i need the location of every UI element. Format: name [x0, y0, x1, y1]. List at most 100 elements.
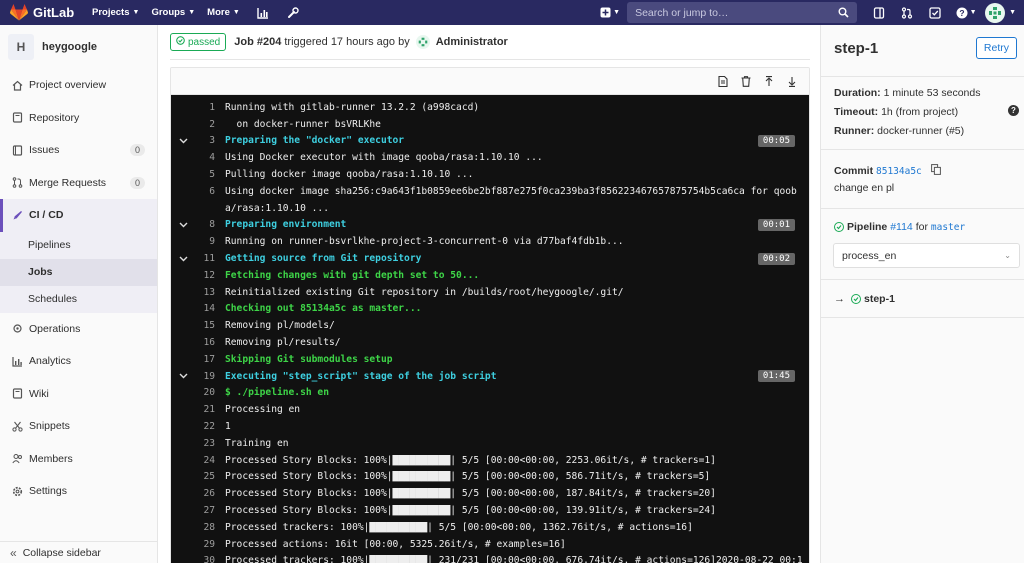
line-number[interactable]: 23: [195, 438, 215, 449]
sidebar-item-members[interactable]: Members: [0, 443, 157, 476]
scroll-to-top-icon[interactable]: [757, 75, 780, 87]
log-text: Training en: [225, 437, 289, 449]
line-number[interactable]: 2: [195, 119, 215, 130]
pipeline-branch-link[interactable]: master: [931, 222, 965, 233]
line-number[interactable]: 25: [195, 471, 215, 482]
log-section-header[interactable]: 3 Preparing the "docker" executor 00:05: [171, 133, 809, 150]
line-number[interactable]: 13: [195, 287, 215, 298]
line-number[interactable]: 12: [195, 270, 215, 281]
collapse-sidebar-button[interactable]: « Collapse sidebar: [0, 541, 158, 563]
stage-dropdown[interactable]: process_en ⌄: [833, 243, 1020, 268]
log-section-header[interactable]: 8 Preparing environment 00:01: [171, 217, 809, 234]
status-badge[interactable]: passed: [170, 33, 227, 51]
check-circle-icon: [176, 36, 185, 48]
line-number[interactable]: 20: [195, 387, 215, 398]
line-number[interactable]: 6: [195, 186, 215, 197]
line-number[interactable]: 17: [195, 354, 215, 365]
chevron-down-icon[interactable]: ▼: [1009, 9, 1016, 16]
chevron-down-icon[interactable]: [171, 256, 195, 262]
merge-requests-icon[interactable]: [893, 0, 921, 25]
chevron-down-icon: ▼: [969, 9, 977, 16]
sidebar-item-operations[interactable]: Operations: [0, 313, 157, 346]
chevron-down-icon[interactable]: [171, 138, 195, 144]
search-input[interactable]: Search or jump to…: [627, 2, 858, 23]
sidebar-item-project-overview[interactable]: Project overview: [0, 69, 157, 102]
job-user-link[interactable]: Administrator: [436, 36, 508, 48]
log-section-header[interactable]: 19 Executing "step_script" stage of the j…: [171, 368, 809, 385]
line-number[interactable]: 30: [195, 555, 215, 563]
line-number[interactable]: 27: [195, 505, 215, 516]
line-number[interactable]: 29: [195, 539, 215, 550]
line-number[interactable]: 15: [195, 320, 215, 331]
admin-wrench-icon[interactable]: [286, 6, 300, 20]
line-number[interactable]: 1: [195, 102, 215, 113]
stage-dropdown-value: process_en: [842, 249, 897, 262]
timeout-label: Timeout:: [834, 106, 879, 118]
admin-avatar[interactable]: [415, 35, 430, 49]
line-number[interactable]: 24: [195, 455, 215, 466]
issues-icon: [11, 144, 23, 156]
chevron-down-icon: ▼: [613, 9, 621, 16]
chevron-down-icon[interactable]: [171, 222, 195, 228]
trash-icon[interactable]: [734, 75, 757, 87]
line-number[interactable]: 9: [195, 236, 215, 247]
line-number[interactable]: 8: [195, 219, 215, 230]
log-text: Preparing the "docker" executor: [225, 135, 405, 147]
sidebar-item-merge-requests[interactable]: Merge Requests 0: [0, 167, 157, 200]
raw-log-icon[interactable]: [711, 75, 734, 87]
line-number[interactable]: 11: [195, 253, 215, 264]
nav-more[interactable]: More ▼: [207, 7, 240, 18]
gear-icon: [11, 485, 23, 497]
log-section-header[interactable]: 11 Getting source from Git repository 00:0…: [171, 250, 809, 267]
sidebar-subitem-schedules[interactable]: Schedules: [0, 286, 157, 313]
line-number[interactable]: 26: [195, 488, 215, 499]
log-line: 26 Processed Story Blocks: 100%|█████████…: [171, 485, 809, 502]
copy-icon[interactable]: [930, 164, 941, 178]
help-question-icon[interactable]: ?: [1008, 105, 1019, 116]
sidebar-subitem-pipelines[interactable]: Pipelines: [0, 232, 157, 259]
sidebar-item-analytics[interactable]: Analytics: [0, 345, 157, 378]
log-terminal: 1 Running with gitlab-runner 13.2.2 (a998…: [171, 95, 809, 563]
line-number[interactable]: 16: [195, 337, 215, 348]
line-number[interactable]: 5: [195, 169, 215, 180]
commit-sha-link[interactable]: 85134a5c: [876, 166, 922, 177]
todos-check-icon[interactable]: [921, 0, 949, 25]
project-header[interactable]: H heygoogle: [0, 25, 157, 69]
runner-value: docker-runner (#5): [877, 125, 965, 137]
sidebar-item-wiki[interactable]: Wiki: [0, 378, 157, 411]
search-icon: [838, 7, 849, 18]
line-number[interactable]: 19: [195, 371, 215, 382]
chevron-down-icon[interactable]: [171, 373, 195, 379]
log-line: 17 Skipping Git submodules setup: [171, 351, 809, 368]
sidebar-item-cicd[interactable]: CI / CD: [0, 199, 157, 232]
todo-sidebar-icon[interactable]: [865, 0, 893, 25]
pipeline-id-link[interactable]: #114: [890, 221, 913, 233]
divider: [821, 76, 1024, 77]
line-number[interactable]: 14: [195, 303, 215, 314]
sidebar-subitem-jobs[interactable]: Jobs: [0, 258, 157, 286]
search-placeholder: Search or jump to…: [635, 6, 729, 19]
new-item-button[interactable]: ▼: [593, 7, 627, 18]
line-number[interactable]: 21: [195, 404, 215, 415]
sidebar-item-snippets[interactable]: Snippets: [0, 410, 157, 443]
gitlab-logo[interactable]: GitLab: [0, 4, 80, 21]
line-number[interactable]: 4: [195, 152, 215, 163]
user-avatar[interactable]: [985, 2, 1006, 23]
runner-label: Runner:: [834, 125, 875, 137]
help-icon[interactable]: ? ▼: [949, 0, 983, 25]
sidebar-item-repository[interactable]: Repository: [0, 102, 157, 135]
activity-chart-icon[interactable]: [256, 6, 270, 20]
retry-button[interactable]: Retry: [975, 37, 1017, 59]
sidebar-item-issues[interactable]: Issues 0: [0, 134, 157, 167]
line-number[interactable]: 28: [195, 522, 215, 533]
line-number[interactable]: 3: [195, 135, 215, 146]
scroll-to-bottom-icon[interactable]: [780, 76, 803, 87]
line-number[interactable]: 22: [195, 421, 215, 432]
log-text: Reinitialized existing Git repository in…: [225, 286, 624, 298]
nav-projects[interactable]: Projects ▼: [92, 7, 139, 18]
sidebar-item-settings[interactable]: Settings: [0, 475, 157, 508]
project-avatar: H: [8, 34, 34, 60]
nav-groups[interactable]: Groups ▼: [151, 7, 195, 18]
log-text: Processed actions: 16it [00:00, 5325.26i…: [225, 538, 566, 550]
current-job-item[interactable]: → step-1: [834, 293, 895, 305]
